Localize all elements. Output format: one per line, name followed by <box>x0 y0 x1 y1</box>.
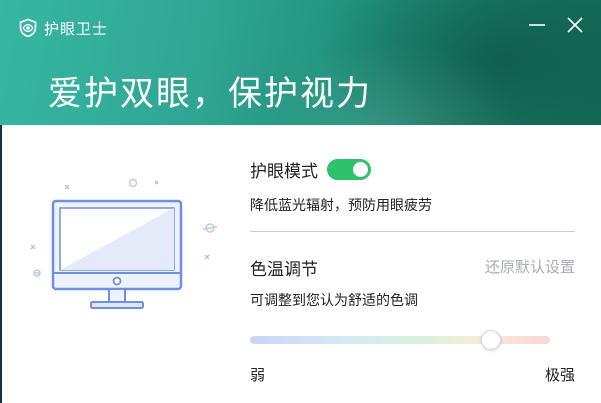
app-title: 护眼卫士 <box>44 19 109 38</box>
color-temperature-description: 可调整到您认为舒适的色调 <box>250 293 418 309</box>
toggle-knob <box>353 162 368 177</box>
window-left-border <box>0 125 2 403</box>
close-icon <box>567 17 583 33</box>
minimize-icon <box>529 24 545 26</box>
color-temperature-slider-track[interactable] <box>250 336 550 344</box>
color-temperature-label: 色温调节 <box>250 260 318 280</box>
eye-mode-label: 护眼模式 <box>250 162 318 182</box>
reset-defaults-link[interactable]: 还原默认设置 <box>485 256 575 277</box>
title-bar: 护眼卫士 <box>18 17 108 39</box>
eye-mode-description: 降低蓝光辐射，预防用眼疲劳 <box>250 198 432 214</box>
color-temperature-slider-handle[interactable] <box>481 330 501 350</box>
eye-mode-row: 护眼模式 <box>250 157 371 182</box>
slider-max-label: 极强 <box>544 366 575 384</box>
eye-shield-icon <box>19 18 37 38</box>
slogan-heading: 爱护双眼，保护视力 <box>48 74 372 114</box>
minimize-button[interactable] <box>526 14 548 36</box>
monitor-illustration <box>30 178 218 309</box>
eye-mode-toggle[interactable] <box>327 159 371 180</box>
slider-min-label: 弱 <box>250 366 266 384</box>
eye-care-window: 护眼卫士 爱护双眼，保护视力 护眼模式 降低蓝光辐射，预防用眼疲劳 色温调节 还… <box>0 0 601 403</box>
settings-panel: 护眼模式 降低蓝光辐射，预防用眼疲劳 色温调节 还原默认设置 可调整到您认为舒适… <box>250 125 580 403</box>
close-button[interactable] <box>564 14 586 36</box>
section-divider <box>250 231 575 232</box>
header-banner: 护眼卫士 爱护双眼，保护视力 <box>0 0 601 125</box>
